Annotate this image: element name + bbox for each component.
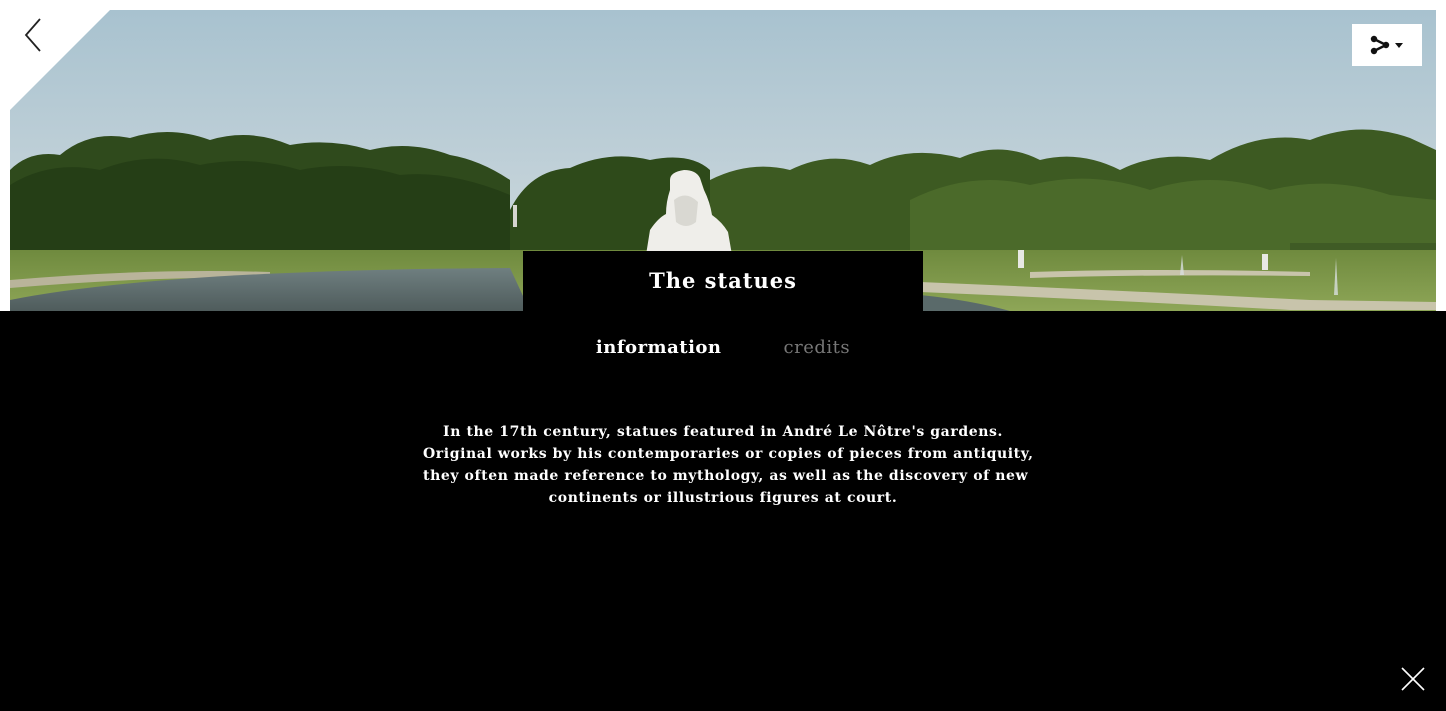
description-line: they often made reference to mythology, … — [423, 468, 1029, 484]
tab-bar: information credits — [0, 326, 1446, 370]
chevron-left-icon — [24, 18, 41, 52]
share-button[interactable] — [1352, 24, 1422, 66]
close-icon — [1401, 667, 1425, 691]
tab-information[interactable]: information — [596, 326, 722, 370]
title-box: The statues — [523, 251, 923, 312]
description-line: In the 17th century, statues featured in… — [443, 424, 1003, 440]
description-text: In the 17th century, statues featured in… — [423, 421, 1034, 509]
description-line: Original works by his contemporaries or … — [423, 446, 1034, 462]
back-button[interactable] — [18, 16, 48, 54]
page: The statues information credits In the 1… — [0, 0, 1446, 711]
page-title: The statues — [649, 268, 797, 293]
info-panel — [0, 311, 1446, 711]
close-button[interactable] — [1400, 666, 1426, 692]
tab-credits[interactable]: credits — [784, 326, 851, 370]
caret-down-icon — [1395, 43, 1403, 48]
share-icon — [1370, 35, 1390, 55]
description-line: continents or illustrious figures at cou… — [548, 490, 898, 506]
